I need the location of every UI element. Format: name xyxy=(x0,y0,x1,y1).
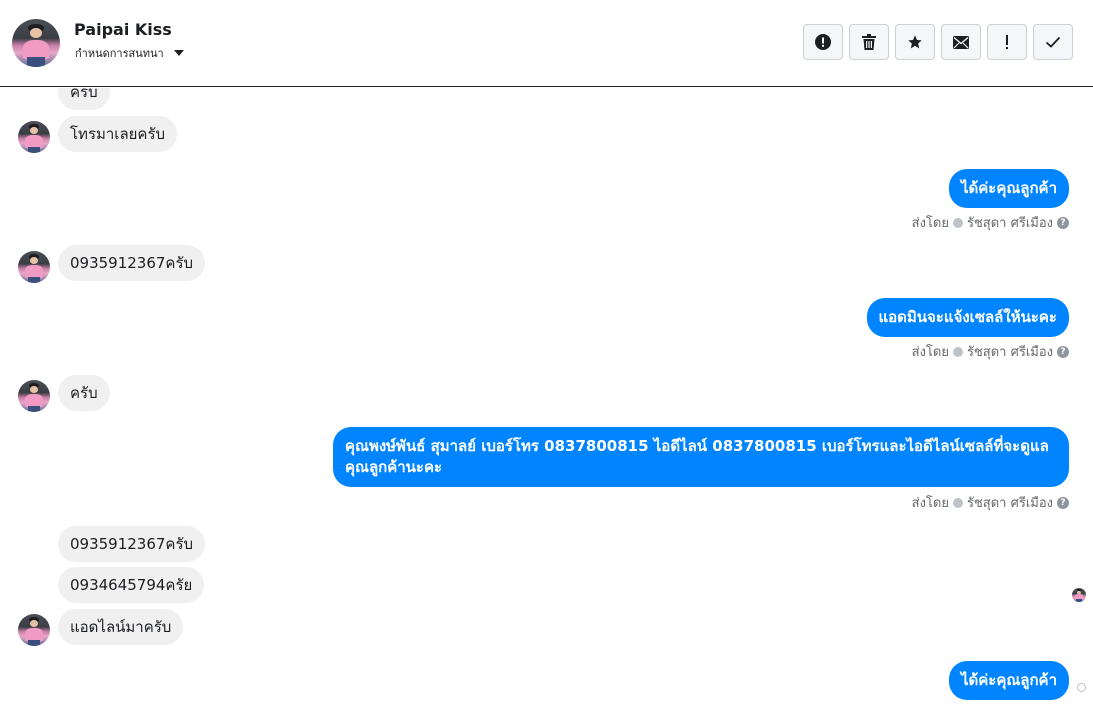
checkmark-icon xyxy=(1045,36,1061,48)
sent-by-info: ส่งโดย รัชสุดา ศรีเมือง ? xyxy=(912,341,1069,362)
important-button[interactable] xyxy=(987,24,1027,60)
agent-status-icon xyxy=(952,497,963,508)
sent-by-prefix: ส่งโดย xyxy=(911,216,949,231)
seen-avatar xyxy=(1072,588,1086,602)
assign-conversation-dropdown[interactable]: กำหนดการสนทนา xyxy=(75,44,184,62)
contact-avatar-small[interactable] xyxy=(18,121,50,153)
message-thread[interactable]: ครับ โทรมาเลยครับ ได้ค่ะคุณลูกค้า ส่งโดย… xyxy=(0,88,1093,709)
incoming-message: 0935912367ครับ xyxy=(58,245,206,281)
caret-down-icon xyxy=(173,50,184,56)
incoming-message: ครับ xyxy=(58,88,110,110)
conversation-header: Paipai Kiss กำหนดการสนทนา xyxy=(0,0,1093,87)
done-button[interactable] xyxy=(1033,24,1073,60)
help-icon[interactable]: ? xyxy=(1057,496,1069,509)
alert-circle-icon xyxy=(815,34,831,50)
mark-unread-button[interactable] xyxy=(941,24,981,60)
agent-status-icon xyxy=(952,217,963,228)
outgoing-message: ได้ค่ะคุณลูกค้า xyxy=(948,169,1069,208)
sent-by-prefix: ส่งโดย xyxy=(911,496,949,511)
exclamation-icon xyxy=(1006,35,1008,49)
contact-avatar[interactable] xyxy=(12,19,60,67)
sent-by-prefix: ส่งโดย xyxy=(911,345,949,360)
incoming-message: ครับ xyxy=(58,375,110,411)
outgoing-message: คุณพงษ์พันธ์ สุมาลย์ เบอร์โทร 0837800815… xyxy=(333,427,1069,487)
star-icon xyxy=(908,35,922,49)
delete-button[interactable] xyxy=(849,24,889,60)
mark-spam-button[interactable] xyxy=(803,24,843,60)
incoming-message: โทรมาเลยครับ xyxy=(58,116,178,152)
incoming-message: 0935912367ครับ xyxy=(58,526,206,562)
contact-avatar-small[interactable] xyxy=(18,251,50,283)
sent-by-agent: รัชสุดา ศรีเมือง xyxy=(966,345,1053,360)
trash-icon xyxy=(862,34,876,50)
incoming-message: 0934645794ครัย xyxy=(58,567,205,603)
sent-by-info: ส่งโดย รัชสุดา ศรีเมือง ? xyxy=(912,492,1069,513)
help-icon[interactable]: ? xyxy=(1057,216,1069,229)
header-actions xyxy=(803,24,1073,60)
contact-avatar-small[interactable] xyxy=(18,614,50,646)
contact-name[interactable]: Paipai Kiss xyxy=(74,20,172,39)
agent-status-icon xyxy=(952,346,963,357)
assign-label: กำหนดการสนทนา xyxy=(75,47,164,60)
incoming-message: แอดไลน์มาครับ xyxy=(58,609,184,645)
outgoing-message: แอดมินจะแจ้งเซลล์ให้นะคะ xyxy=(866,298,1069,337)
star-button[interactable] xyxy=(895,24,935,60)
sent-by-agent: รัชสุดา ศรีเมือง xyxy=(966,496,1053,511)
sent-by-agent: รัชสุดา ศรีเมือง xyxy=(966,216,1053,231)
sent-by-info: ส่งโดย รัชสุดา ศรีเมือง ? xyxy=(912,212,1069,233)
contact-avatar-small[interactable] xyxy=(18,380,50,412)
envelope-icon xyxy=(953,35,969,49)
delivered-icon xyxy=(1077,683,1086,692)
help-icon[interactable]: ? xyxy=(1057,345,1069,358)
outgoing-message: ได้ค่ะคุณลูกค้า xyxy=(948,661,1069,700)
